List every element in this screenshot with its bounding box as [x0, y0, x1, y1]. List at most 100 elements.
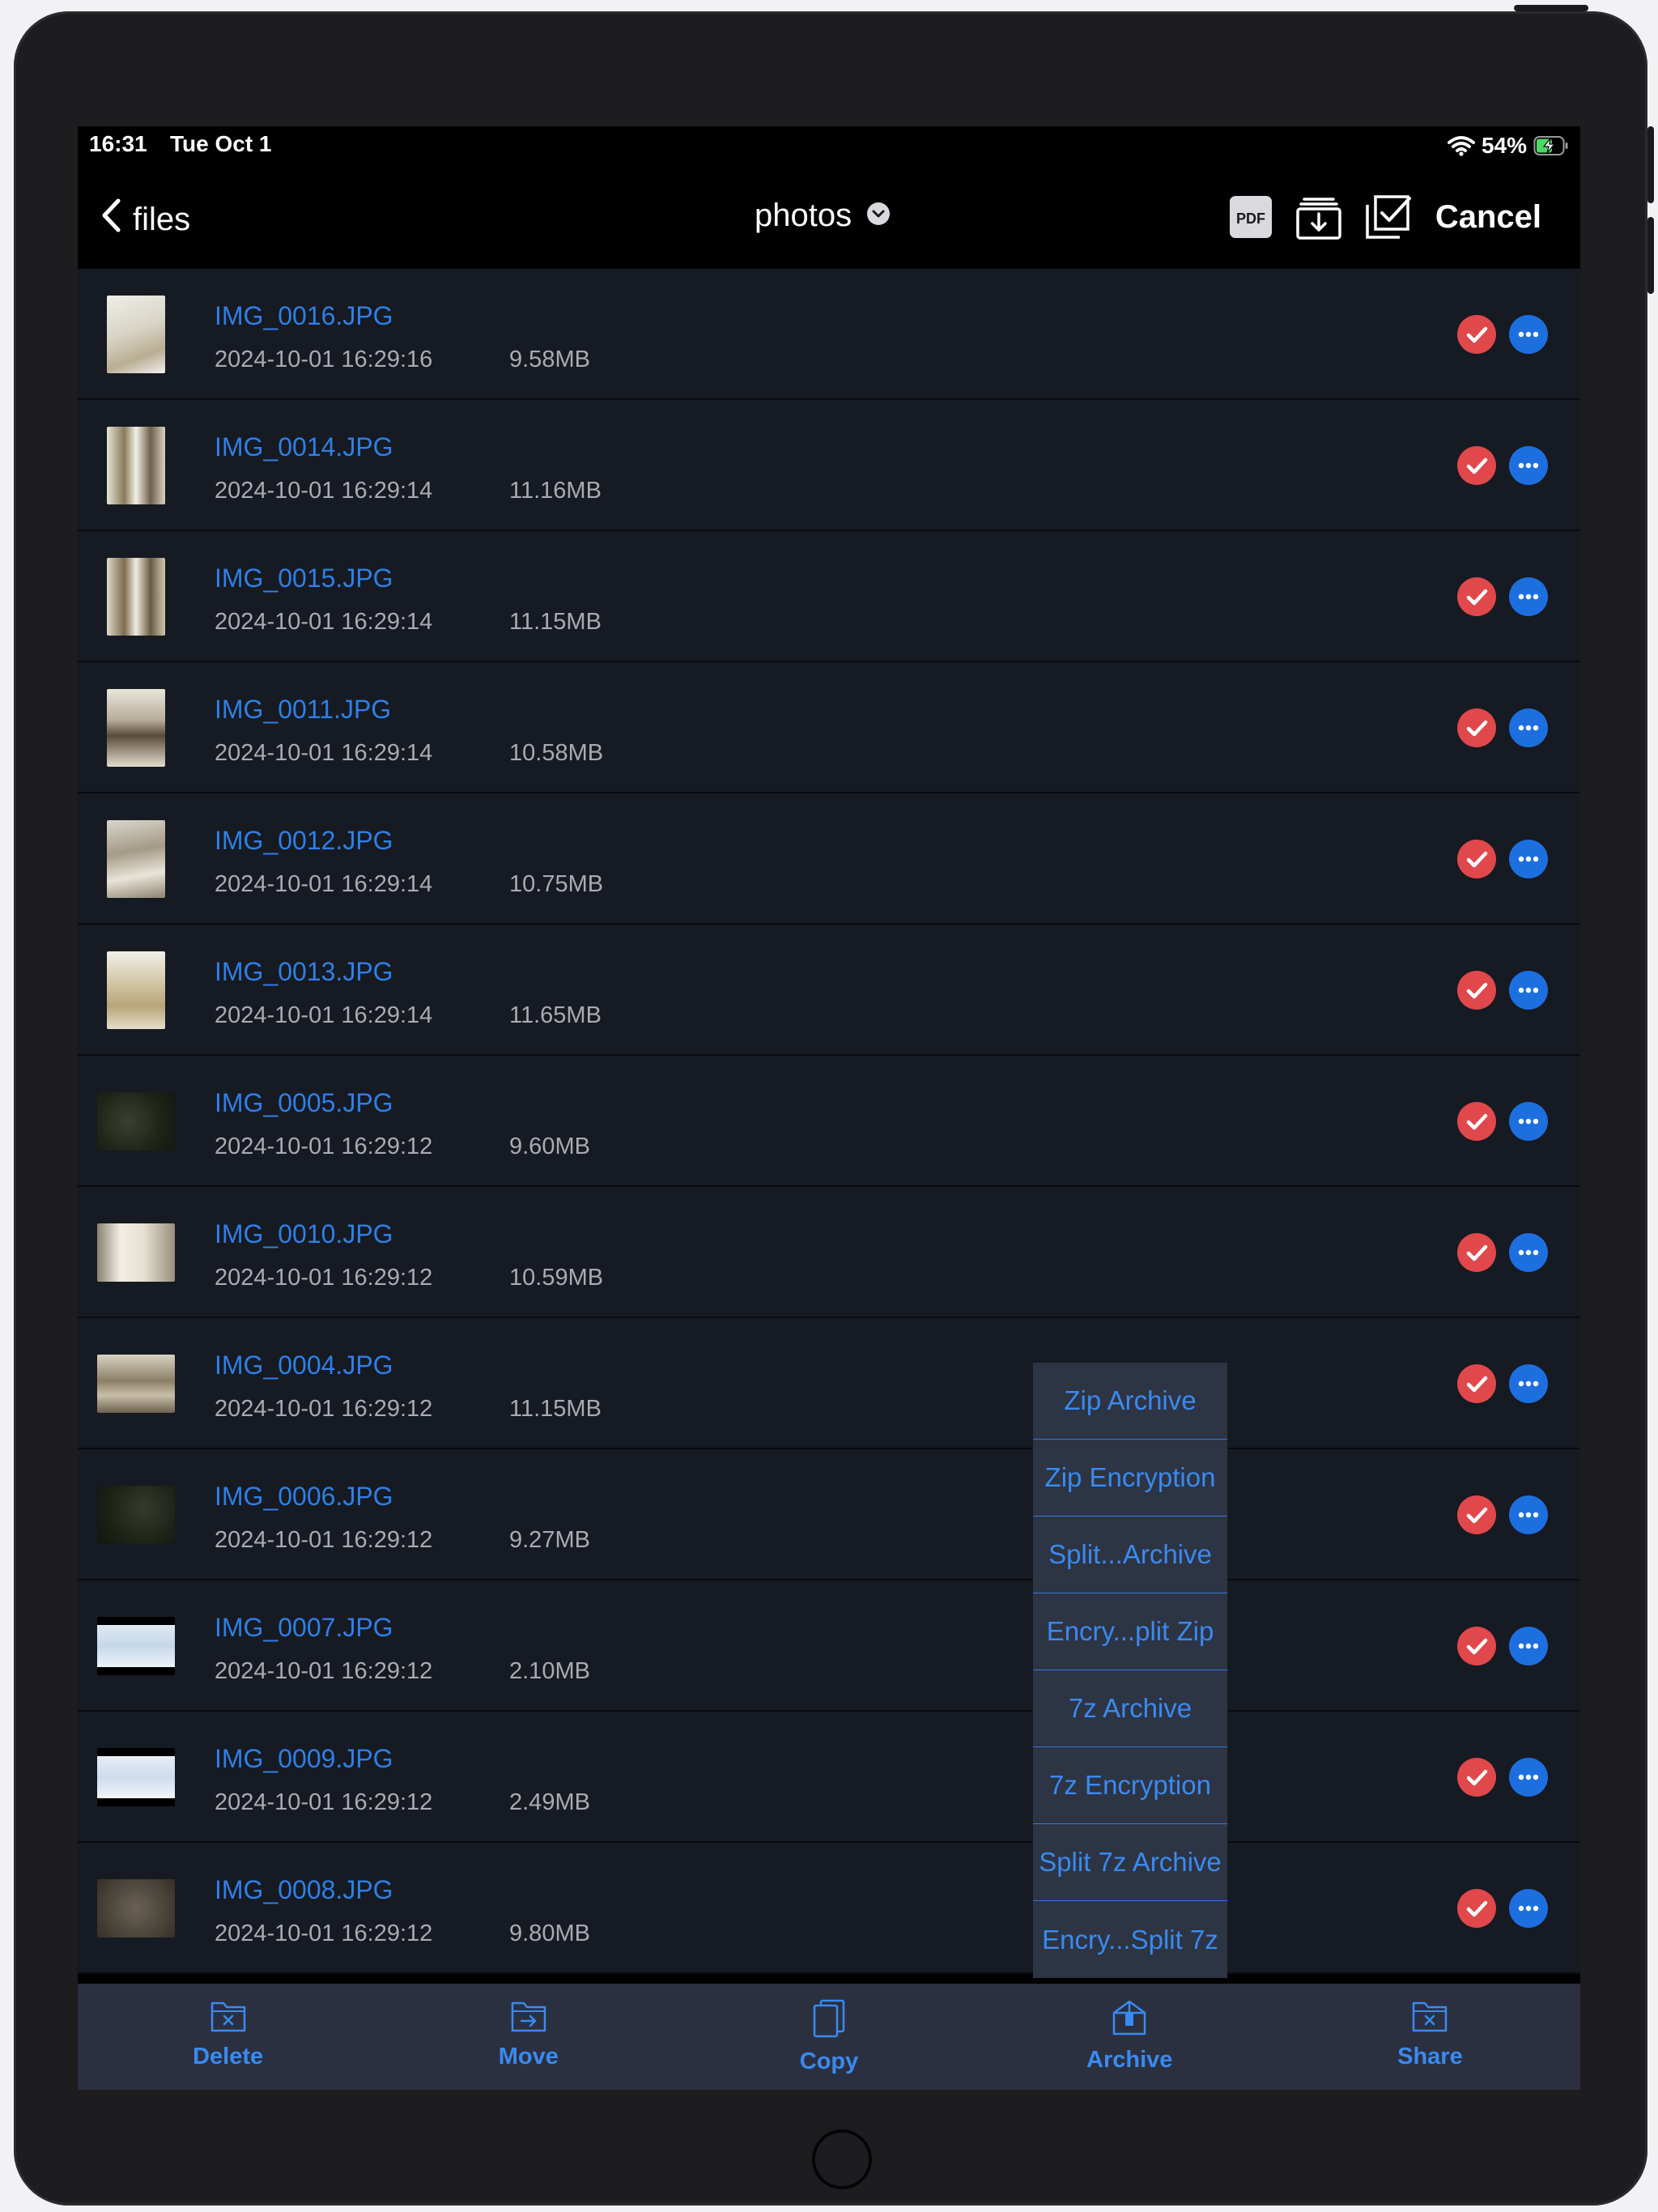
more-options-icon[interactable] [1509, 1233, 1548, 1272]
file-size: 9.80MB [509, 1921, 590, 1946]
file-size: 2.49MB [509, 1789, 590, 1815]
move-label: Move [498, 2044, 559, 2069]
more-options-icon[interactable] [1509, 971, 1548, 1010]
file-row[interactable]: IMG_0016.JPG 2024-10-01 16:29:16 9.58MB [78, 269, 1580, 400]
file-size: 10.75MB [509, 871, 604, 897]
file-date: 2024-10-01 16:29:12 [215, 1396, 433, 1422]
back-button[interactable]: files [100, 198, 191, 241]
file-name: IMG_0014.JPG [215, 432, 393, 462]
file-row[interactable]: IMG_0005.JPG 2024-10-01 16:29:12 9.60MB [78, 1056, 1580, 1187]
file-name: IMG_0013.JPG [215, 957, 393, 986]
folder-x-icon [209, 1998, 248, 2034]
file-size: 9.60MB [509, 1134, 590, 1159]
selected-check-icon[interactable] [1457, 577, 1496, 616]
selected-check-icon[interactable] [1457, 1495, 1496, 1534]
select-all-icon[interactable] [1364, 194, 1411, 240]
folder-x-icon [1410, 1998, 1449, 2034]
file-row[interactable]: IMG_0012.JPG 2024-10-01 16:29:14 10.75MB [78, 793, 1580, 925]
file-name: IMG_0012.JPG [215, 826, 393, 855]
selected-check-icon[interactable] [1457, 840, 1496, 878]
file-date: 2024-10-01 16:29:16 [215, 347, 433, 372]
folder-title-menu[interactable]: photos [755, 198, 891, 234]
cancel-button[interactable]: Cancel [1435, 199, 1541, 236]
photo-thumbnail [97, 1355, 175, 1413]
more-options-icon[interactable] [1509, 1102, 1548, 1141]
more-options-icon[interactable] [1509, 315, 1548, 354]
back-label: files [133, 201, 191, 237]
status-time: 16:31 [89, 131, 147, 156]
more-options-icon[interactable] [1509, 1889, 1548, 1928]
selected-check-icon[interactable] [1457, 1889, 1496, 1928]
selected-check-icon[interactable] [1457, 315, 1496, 354]
copy-button[interactable]: Copy [678, 1984, 979, 2090]
menu-item-split-7z-archive[interactable]: Split 7z Archive [1033, 1824, 1227, 1901]
file-row[interactable]: IMG_0004.JPG 2024-10-01 16:29:12 11.15MB [78, 1318, 1580, 1449]
file-name: IMG_0008.JPG [215, 1875, 393, 1904]
more-options-icon[interactable] [1509, 708, 1548, 747]
file-name: IMG_0010.JPG [215, 1219, 393, 1249]
file-name: IMG_0006.JPG [215, 1482, 393, 1511]
file-row[interactable]: IMG_0010.JPG 2024-10-01 16:29:12 10.59MB [78, 1187, 1580, 1318]
more-options-icon[interactable] [1509, 1495, 1548, 1534]
copy-label: Copy [799, 2048, 859, 2074]
file-row[interactable]: IMG_0007.JPG 2024-10-01 16:29:12 2.10MB [78, 1580, 1580, 1712]
selected-check-icon[interactable] [1457, 446, 1496, 485]
status-bar: 16:31 Tue Oct 1 54% [78, 126, 1580, 165]
move-button[interactable]: Move [378, 1984, 678, 2090]
download-tray-icon[interactable] [1295, 193, 1343, 241]
more-options-icon[interactable] [1509, 1627, 1548, 1665]
menu-item-zip-archive[interactable]: Zip Archive [1033, 1363, 1227, 1440]
file-name: IMG_0015.JPG [215, 564, 393, 593]
photo-thumbnail [97, 1617, 175, 1675]
file-row[interactable]: IMG_0015.JPG 2024-10-01 16:29:14 11.15MB [78, 531, 1580, 662]
volume-button [1647, 217, 1654, 294]
selected-check-icon[interactable] [1457, 708, 1496, 747]
share-button[interactable]: Share [1280, 1984, 1580, 2090]
home-button[interactable] [812, 2129, 872, 2189]
file-row[interactable]: IMG_0009.JPG 2024-10-01 16:29:12 2.49MB [78, 1712, 1580, 1843]
delete-button[interactable]: Delete [78, 1984, 378, 2090]
menu-item-encrypted-split-zip[interactable]: Encry...plit Zip [1033, 1593, 1227, 1670]
menu-item-7z-archive[interactable]: 7z Archive [1033, 1670, 1227, 1747]
file-row[interactable]: IMG_0014.JPG 2024-10-01 16:29:14 11.16MB [78, 400, 1580, 531]
archive-label: Archive [1086, 2047, 1173, 2073]
selected-check-icon[interactable] [1457, 1364, 1496, 1403]
file-date: 2024-10-01 16:29:12 [215, 1658, 433, 1684]
file-name: IMG_0016.JPG [215, 301, 393, 330]
chevron-left-icon [100, 198, 121, 241]
more-options-icon[interactable] [1509, 446, 1548, 485]
file-name: IMG_0007.JPG [215, 1613, 393, 1642]
chevron-down-circle-icon [866, 202, 891, 230]
selected-check-icon[interactable] [1457, 1758, 1496, 1797]
file-row[interactable]: IMG_0008.JPG 2024-10-01 16:29:12 9.80MB [78, 1843, 1580, 1974]
file-name: IMG_0009.JPG [215, 1744, 393, 1773]
file-row[interactable]: IMG_0006.JPG 2024-10-01 16:29:12 9.27MB [78, 1449, 1580, 1580]
file-size: 9.27MB [509, 1527, 590, 1553]
selected-check-icon[interactable] [1457, 1627, 1496, 1665]
selected-check-icon[interactable] [1457, 1233, 1496, 1272]
file-row[interactable]: IMG_0011.JPG 2024-10-01 16:29:14 10.58MB [78, 662, 1580, 793]
menu-item-zip-encryption[interactable]: Zip Encryption [1033, 1440, 1227, 1516]
selected-check-icon[interactable] [1457, 1102, 1496, 1141]
file-name: IMG_0005.JPG [215, 1088, 393, 1117]
archive-menu: Zip Archive Zip Encryption Split...Archi… [1033, 1363, 1227, 1978]
menu-item-7z-encryption[interactable]: 7z Encryption [1033, 1747, 1227, 1824]
menu-item-encrypted-split-7z[interactable]: Encry...Split 7z [1033, 1901, 1227, 1978]
photo-thumbnail [97, 1486, 175, 1544]
svg-text:PDF: PDF [1236, 211, 1265, 227]
file-row[interactable]: IMG_0013.JPG 2024-10-01 16:29:14 11.65MB [78, 925, 1580, 1056]
pdf-icon[interactable]: PDF [1228, 194, 1273, 240]
more-options-icon[interactable] [1509, 1758, 1548, 1797]
selected-check-icon[interactable] [1457, 971, 1496, 1010]
photo-thumbnail [97, 1223, 175, 1282]
photo-thumbnail [97, 1879, 175, 1938]
more-options-icon[interactable] [1509, 577, 1548, 616]
file-size: 11.65MB [509, 1002, 602, 1028]
archive-button[interactable]: Archive [980, 1984, 1280, 2090]
navigation-bar: files photos PDF Cancel [78, 165, 1580, 269]
menu-item-split-archive[interactable]: Split...Archive [1033, 1516, 1227, 1593]
file-size: 10.59MB [509, 1265, 604, 1291]
more-options-icon[interactable] [1509, 840, 1548, 878]
top-button [1514, 5, 1588, 11]
more-options-icon[interactable] [1509, 1364, 1548, 1403]
